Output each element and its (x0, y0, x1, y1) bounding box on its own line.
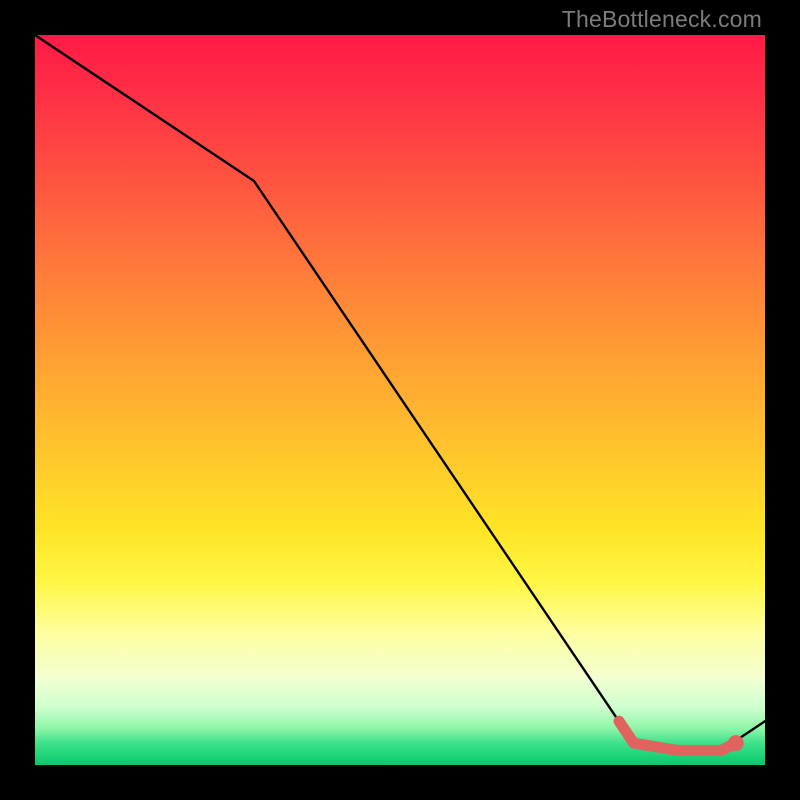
watermark-text: TheBottleneck.com (562, 6, 762, 33)
chart-frame: TheBottleneck.com (0, 0, 800, 800)
chart-highlight-line (619, 721, 736, 750)
chart-main-line (35, 35, 765, 750)
chart-overlay (35, 35, 765, 765)
chart-highlight-endpoint (728, 735, 744, 751)
